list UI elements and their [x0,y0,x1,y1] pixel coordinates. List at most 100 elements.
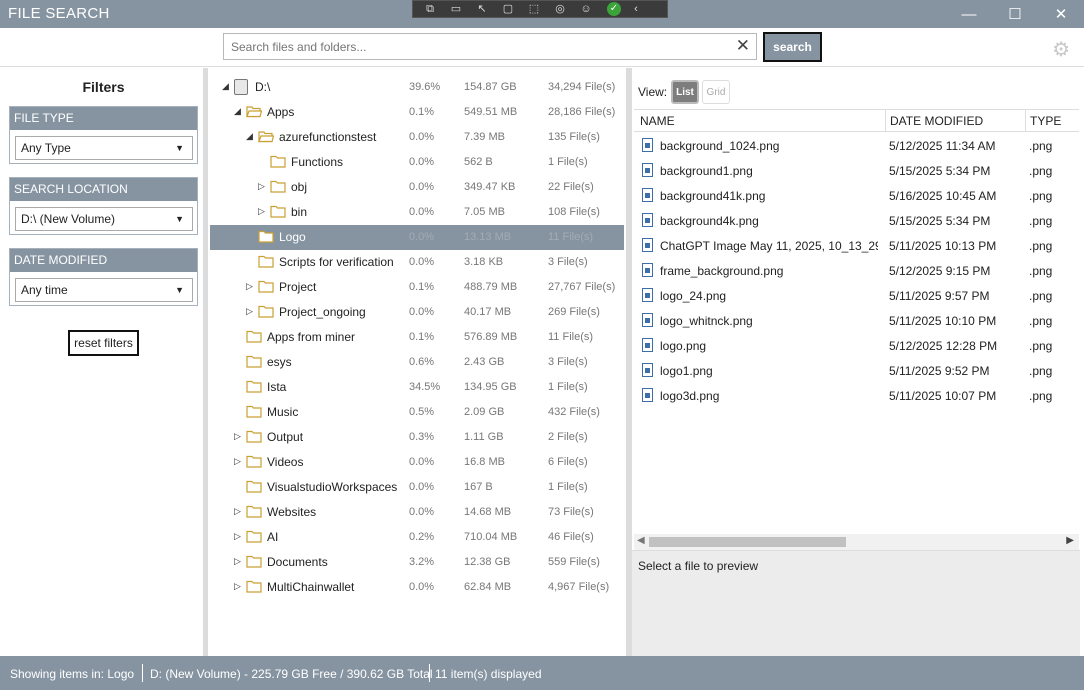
file-type-select[interactable]: Any Type ▼ [15,136,193,160]
tree-item-name: Apps [267,105,295,119]
tree-item[interactable]: ▷ bin 0.0% 7.05 MB 108 File(s) [210,200,624,225]
tree-item[interactable]: VisualstudioWorkspaces 0.0% 167 B 1 File(s) [210,475,624,500]
expand-arrow-icon[interactable]: ▷ [258,206,268,217]
clear-search-icon[interactable]: ✕ [736,36,750,56]
tree-item-name: Websites [267,505,317,519]
expand-arrow-icon[interactable]: ▷ [258,181,268,192]
file-row[interactable]: logo.png 5/12/2025 12:28 PM .png [634,333,1079,358]
tree-item[interactable]: ▷ Websites 0.0% 14.68 MB 73 File(s) [210,500,624,525]
image-file-icon [642,263,653,277]
tree-item-count: 2 File(s) [548,431,588,443]
tree-item-pct: 0.0% [409,181,435,193]
tree-item-count: 34,294 File(s) [548,81,616,93]
file-date: 5/11/2025 10:07 PM [889,389,997,403]
search-input[interactable] [224,34,724,59]
scroll-thumb[interactable] [649,537,846,547]
file-row[interactable]: frame_background.png 5/12/2025 9:15 PM .pn… [634,258,1079,283]
file-row[interactable]: ChatGPT Image May 11, 2025, 10_13_29 PM.… [634,233,1079,258]
date-modified-value: Any time [21,283,68,297]
folder-open-icon [246,105,263,118]
file-row[interactable]: background41k.png 5/16/2025 10:45 AM .png [634,183,1079,208]
scroll-left-icon[interactable]: ◀ [637,535,645,546]
pointer-icon[interactable]: ↖ [471,2,493,16]
collapse-icon[interactable]: ‹ [625,2,647,16]
tree-item-name: Ista [267,380,287,394]
tree-item-pct: 0.1% [409,281,435,293]
element-icon[interactable]: ⬚ [523,2,545,16]
tree-item-count: 108 File(s) [548,206,600,218]
tree-item[interactable]: ▷ Videos 0.0% 16.8 MB 6 File(s) [210,450,624,475]
search-location-select[interactable]: D:\ (New Volume) ▼ [15,207,193,231]
video-icon[interactable]: ▭ [445,2,467,16]
horizontal-scrollbar[interactable]: ◀ ▶ [634,534,1079,550]
tree-item-pct: 0.0% [409,131,435,143]
check-icon[interactable]: ✓ [607,2,621,16]
tree-item[interactable]: ▷ Project_ongoing 0.0% 40.17 MB 269 File(s) [210,300,624,325]
maximize-button[interactable]: ☐ [992,0,1038,28]
tree-item[interactable]: ◢ azurefunctionstest 0.0% 7.39 MB 135 File(s… [210,125,624,150]
expand-arrow-icon[interactable]: ▷ [234,581,244,592]
tree-item[interactable]: Scripts for verification 0.0% 3.18 KB 3 Fil… [210,250,624,275]
column-name[interactable]: NAME [640,114,675,128]
date-modified-select[interactable]: Any time ▼ [15,278,193,302]
tree-item[interactable]: ▷ Documents 3.2% 12.38 GB 559 File(s) [210,550,624,575]
tree-item[interactable]: Logo 0.0% 13.13 MB 11 File(s) [210,225,624,250]
expand-arrow-icon[interactable]: ▷ [246,306,256,317]
collapse-arrow-icon[interactable]: ◢ [222,81,232,92]
accessibility-icon[interactable]: ☺ [575,2,597,16]
scroll-right-icon[interactable]: ▶ [1066,535,1074,546]
tree-item-name: obj [291,180,308,194]
inspect-icon[interactable]: ◎ [549,2,571,16]
tree-item[interactable]: ▷ AI 0.2% 710.04 MB 46 File(s) [210,525,624,550]
folder-icon [246,430,262,443]
tree-item-size: 62.84 MB [464,581,512,593]
tree-item[interactable]: ▷ MultiChainwallet 0.0% 62.84 MB 4,967 File(… [210,575,624,600]
expand-arrow-icon[interactable]: ▷ [234,531,244,542]
collapse-arrow-icon[interactable]: ◢ [246,131,256,142]
file-row[interactable]: logo1.png 5/11/2025 9:52 PM .png [634,358,1079,383]
tree-item-pct: 0.0% [409,156,435,168]
column-date-modified[interactable]: DATE MODIFIED [890,114,983,128]
filters-panel: Filters FILE TYPE Any Type ▼ SEARCH LOCA… [0,68,207,656]
left-splitter[interactable] [203,68,208,656]
file-date: 5/15/2025 5:34 PM [889,214,991,228]
close-button[interactable]: ✕ [1038,0,1084,28]
file-row[interactable]: logo_whitnck.png 5/11/2025 10:10 PM .png [634,308,1079,333]
folder-icon [258,280,274,293]
file-row[interactable]: logo3d.png 5/11/2025 10:07 PM .png [634,383,1079,408]
select-icon[interactable]: ▢ [497,2,519,16]
tree-item[interactable]: Apps from miner 0.1% 576.89 MB 11 File(s) [210,325,624,350]
tree-item[interactable]: ▷ obj 0.0% 349.47 KB 22 File(s) [210,175,624,200]
image-file-icon [642,313,653,327]
file-row[interactable]: logo_24.png 5/11/2025 9:57 PM .png [634,283,1079,308]
tree-item-pct: 0.0% [409,306,435,318]
tree-item[interactable]: Music 0.5% 2.09 GB 432 File(s) [210,400,624,425]
tree-item-count: 73 File(s) [548,506,594,518]
tree-item-pct: 3.2% [409,556,435,568]
reset-filters-button[interactable]: reset filters [68,330,139,356]
collapse-arrow-icon[interactable]: ◢ [234,106,244,117]
tree-item[interactable]: ▷ Project 0.1% 488.79 MB 27,767 File(s) [210,275,624,300]
tree-item[interactable]: esys 0.6% 2.43 GB 3 File(s) [210,350,624,375]
tree-item[interactable]: ◢ D:\ 39.6% 154.87 GB 34,294 File(s) [210,75,624,100]
grid-view-button[interactable]: Grid [702,80,730,104]
list-view-button[interactable]: List [671,80,699,104]
screenshot-icon[interactable]: ⧉ [419,2,441,16]
tree-item[interactable]: ▷ Output 0.3% 1.11 GB 2 File(s) [210,425,624,450]
expand-arrow-icon[interactable]: ▷ [234,456,244,467]
file-row[interactable]: background_1024.png 5/12/2025 11:34 AM .pn… [634,133,1079,158]
gear-icon[interactable]: ⚙ [1052,37,1070,62]
tree-item[interactable]: ◢ Apps 0.1% 549.51 MB 28,186 File(s) [210,100,624,125]
search-button[interactable]: search [763,32,822,62]
expand-arrow-icon[interactable]: ▷ [234,556,244,567]
file-row[interactable]: background4k.png 5/15/2025 5:34 PM .png [634,208,1079,233]
column-type[interactable]: TYPE [1030,114,1061,128]
expand-arrow-icon[interactable]: ▷ [234,506,244,517]
expand-arrow-icon[interactable]: ▷ [246,281,256,292]
expand-arrow-icon[interactable]: ▷ [234,431,244,442]
status-location: Showing items in: Logo [10,667,135,681]
tree-item[interactable]: Functions 0.0% 562 B 1 File(s) [210,150,624,175]
tree-item[interactable]: Ista 34.5% 134.95 GB 1 File(s) [210,375,624,400]
minimize-button[interactable]: — [946,0,992,28]
file-row[interactable]: background1.png 5/15/2025 5:34 PM .png [634,158,1079,183]
